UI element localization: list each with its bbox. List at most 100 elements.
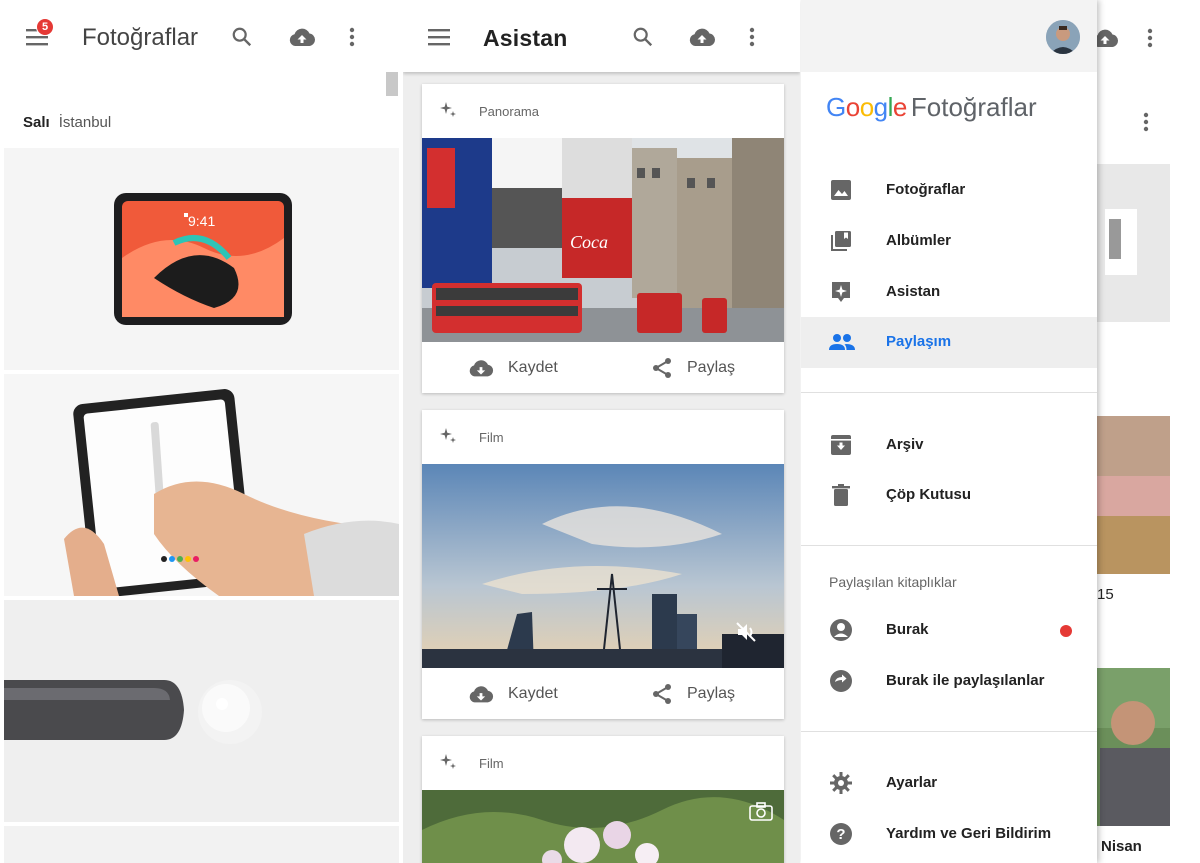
cloud-download-icon bbox=[469, 685, 494, 702]
notification-dot bbox=[1060, 625, 1072, 637]
people-icon bbox=[829, 330, 855, 356]
photo-thumbnail[interactable] bbox=[4, 826, 399, 863]
drawer-item-trash[interactable]: Çöp Kutusu bbox=[801, 470, 1097, 521]
save-label: Kaydet bbox=[508, 684, 558, 702]
share-icon bbox=[653, 683, 671, 704]
movie-image[interactable] bbox=[422, 790, 784, 863]
help-icon: ? bbox=[829, 822, 855, 848]
more-vert-icon[interactable] bbox=[741, 24, 763, 50]
card-header: Film bbox=[422, 736, 784, 790]
google-photos-logo: Google Fotoğraflar bbox=[826, 92, 1037, 123]
photos-app-bar: 5 Fotoğraflar bbox=[0, 0, 400, 72]
card-type-label: Panorama bbox=[479, 104, 539, 119]
album-month-label: Nisan bbox=[1101, 838, 1142, 855]
photo-thumbnail[interactable]: 9:41 bbox=[4, 148, 399, 370]
movie-image[interactable] bbox=[422, 464, 784, 668]
cloud-upload-icon[interactable] bbox=[687, 24, 717, 50]
date-day: Salı bbox=[23, 114, 50, 131]
save-button[interactable]: Kaydet bbox=[468, 342, 558, 393]
album-cover[interactable] bbox=[1095, 668, 1170, 826]
search-icon[interactable] bbox=[229, 24, 255, 50]
trash-icon bbox=[829, 483, 855, 509]
divider bbox=[801, 731, 1097, 732]
screen-title: Asistan bbox=[483, 25, 568, 51]
assistant-card[interactable]: Film bbox=[422, 736, 784, 863]
drawer-item-sharing[interactable]: Paylaşım bbox=[801, 317, 1097, 368]
share-label: Paylaş bbox=[687, 358, 736, 376]
camera-icon bbox=[748, 800, 774, 822]
logo-letter: G bbox=[826, 92, 846, 122]
mute-icon[interactable] bbox=[734, 620, 758, 644]
album-cover[interactable] bbox=[1095, 416, 1170, 574]
drawer-item-shared-with-burak[interactable]: Burak ile paylaşılanlar bbox=[801, 656, 1097, 707]
share-icon bbox=[653, 357, 671, 378]
sparkle-icon bbox=[438, 752, 458, 772]
divider bbox=[801, 392, 1097, 393]
drawer-item-assistant[interactable]: Asistan bbox=[801, 267, 1097, 318]
drawer-item-label: Burak bbox=[886, 621, 929, 638]
photo-thumbnail[interactable] bbox=[4, 374, 399, 596]
assistant-card[interactable]: Film bbox=[422, 410, 784, 719]
divider bbox=[801, 545, 1097, 546]
card-actions: Kaydet Paylaş bbox=[422, 342, 784, 393]
card-actions: Kaydet Paylaş bbox=[422, 668, 784, 719]
photo-icon bbox=[829, 178, 855, 204]
card-header: Panorama bbox=[422, 84, 784, 138]
logo-letter: e bbox=[892, 92, 907, 122]
logo-letter: o bbox=[845, 92, 860, 122]
drawer-header bbox=[801, 0, 1097, 72]
drawer-item-label: Burak ile paylaşılanlar bbox=[886, 672, 1045, 689]
assistant-app-bar: Asistan bbox=[403, 0, 800, 72]
avatar[interactable] bbox=[1046, 20, 1080, 54]
save-label: Kaydet bbox=[508, 358, 558, 376]
menu-icon[interactable] bbox=[426, 26, 452, 48]
search-icon[interactable] bbox=[630, 24, 656, 50]
share-button[interactable]: Paylaş bbox=[651, 668, 735, 719]
scrollbar-thumb[interactable] bbox=[386, 72, 398, 96]
drawer-item-label: Asistan bbox=[886, 283, 941, 300]
panorama-image[interactable]: Coca bbox=[422, 138, 784, 342]
sparkle-icon bbox=[438, 426, 458, 446]
date-header: Salı İstanbul bbox=[23, 114, 111, 131]
notification-badge: 5 bbox=[36, 18, 54, 36]
svg-text:?: ? bbox=[836, 826, 845, 843]
share-label: Paylaş bbox=[687, 684, 736, 702]
shared-libraries-title: Paylaşılan kitaplıklar bbox=[829, 574, 957, 590]
drawer-item-archive[interactable]: Arşiv bbox=[801, 420, 1097, 471]
drawer-item-label: Fotoğraflar bbox=[886, 181, 966, 198]
share-button[interactable]: Paylaş bbox=[651, 342, 735, 393]
assistant-screen: Asistan Panorama Coca Kaydet Paylaş Film… bbox=[400, 0, 800, 863]
more-vert-icon[interactable] bbox=[341, 24, 363, 50]
cloud-download-icon bbox=[469, 359, 494, 376]
photos-screen: 5 Fotoğraflar Salı İstanbul 9:41 bbox=[0, 0, 400, 863]
album-cover[interactable] bbox=[1095, 164, 1170, 322]
archive-icon bbox=[829, 433, 855, 459]
app-title: Fotoğraflar bbox=[82, 24, 199, 51]
drawer-item-photos[interactable]: Fotoğraflar bbox=[801, 165, 1097, 216]
drawer-item-albums[interactable]: Albümler bbox=[801, 216, 1097, 267]
account-circle-icon bbox=[829, 618, 855, 644]
more-vert-icon[interactable] bbox=[1139, 26, 1161, 50]
sparkle-icon bbox=[438, 100, 458, 120]
svg-text:Coca: Coca bbox=[570, 232, 608, 252]
share-circle-icon bbox=[829, 669, 855, 695]
assistant-card[interactable]: Panorama Coca Kaydet Paylaş bbox=[422, 84, 784, 393]
logo-letter: g bbox=[873, 92, 888, 122]
svg-text:9:41: 9:41 bbox=[188, 213, 215, 229]
drawer-item-help[interactable]: ? Yardım ve Geri Bildirim bbox=[801, 809, 1097, 860]
card-type-label: Film bbox=[479, 756, 504, 771]
navigation-drawer: Google Fotoğraflar Fotoğraflar Albümler A… bbox=[801, 0, 1097, 863]
drawer-item-label: Yardım ve Geri Bildirim bbox=[886, 825, 1052, 842]
card-type-label: Film bbox=[479, 430, 504, 445]
settings-icon bbox=[829, 771, 855, 797]
save-button[interactable]: Kaydet bbox=[468, 668, 558, 719]
drawer-item-settings[interactable]: Ayarlar bbox=[801, 758, 1097, 809]
drawer-item-label: Albümler bbox=[886, 232, 952, 249]
logo-letter: o bbox=[859, 92, 874, 122]
cloud-upload-icon[interactable] bbox=[287, 24, 317, 50]
drawer-item-partner-burak[interactable]: Burak bbox=[801, 605, 1097, 656]
assistant-icon bbox=[829, 280, 855, 306]
logo-product-name: Fotoğraflar bbox=[910, 92, 1037, 122]
photo-thumbnail[interactable] bbox=[4, 600, 399, 822]
more-vert-icon[interactable] bbox=[1135, 110, 1157, 134]
